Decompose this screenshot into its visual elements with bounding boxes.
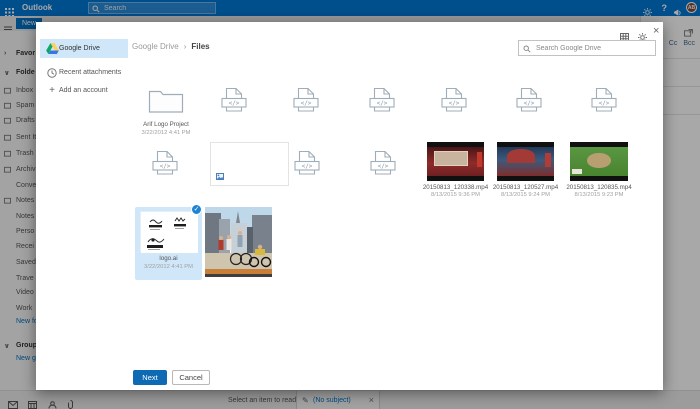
breadcrumb-separator-icon: ›	[184, 42, 187, 51]
svg-text:</>: </>	[599, 100, 610, 107]
svg-text:</>: </>	[524, 100, 535, 107]
file-name: 20150813_120527.mp4	[484, 184, 567, 191]
file-date: 8/13/2015 9:23 PM	[557, 192, 641, 198]
street-photo-thumbnail	[205, 207, 272, 277]
code-file-icon: </>	[294, 150, 320, 178]
code-file-icon: </>	[441, 87, 467, 115]
file-tile-code[interactable]: </>	[569, 85, 639, 137]
file-tile-video[interactable]: 20150813_120338.mp4 8/13/2015 9:36 PM	[420, 142, 491, 204]
file-date: 8/13/2015 9:24 PM	[484, 192, 567, 198]
google-drive-icon	[46, 43, 59, 54]
file-tile-code[interactable]: </>	[130, 148, 200, 200]
file-tile-video[interactable]: 20150813_120527.mp4 8/13/2015 9:24 PM	[490, 142, 561, 204]
svg-text:</>: </>	[377, 100, 388, 107]
file-date: 3/22/2012 4:41 PM	[129, 264, 208, 270]
file-tile-folder[interactable]: Arif Logo Project 3/22/2012 4:41 PM	[131, 85, 201, 141]
selected-check-icon: ✓	[191, 204, 202, 215]
file-tile-code[interactable]: </>	[494, 85, 564, 137]
folder-icon	[148, 87, 184, 114]
logo-sketch-thumbnail	[141, 212, 198, 253]
file-tile-code[interactable]: </>	[419, 85, 489, 137]
file-name: logo.ai	[129, 255, 208, 262]
dialog-nav-label: Google Drive	[59, 45, 100, 52]
video-thumbnail	[570, 142, 628, 181]
file-tile-code[interactable]: </>	[347, 85, 417, 137]
file-tile-code[interactable]: </>	[272, 148, 342, 200]
dialog-nav-label: Add an account	[59, 87, 108, 94]
clock-icon	[47, 68, 57, 78]
dialog-nav-item[interactable]: + Add an account	[40, 81, 128, 100]
file-tile-selected[interactable]: ✓ logo.ai 3/22/2012 4:41 PM	[135, 207, 202, 280]
file-tile-code[interactable]: </>	[348, 148, 418, 200]
screen: Outlook ? AB New ›Favor∨FoldeInboxSpamDr…	[0, 0, 700, 409]
svg-text:</>: </>	[301, 100, 312, 107]
file-name: Arif Logo Project	[125, 121, 207, 128]
code-file-icon: </>	[370, 150, 396, 178]
video-thumbnail	[497, 142, 554, 181]
breadcrumb: Google Drive › Files	[132, 42, 210, 51]
next-button[interactable]: Next	[133, 370, 167, 385]
file-tile-photo[interactable]	[205, 205, 272, 275]
file-date: 3/22/2012 4:41 PM	[125, 130, 207, 136]
attach-file-dialog: × Google Drive Recent attachments + Add an …	[36, 22, 663, 390]
svg-text:</>: </>	[302, 163, 313, 170]
breadcrumb-root[interactable]: Google Drive	[132, 42, 179, 51]
file-name: 20150813_120835.mp4	[557, 184, 641, 191]
code-file-icon: </>	[591, 87, 617, 115]
code-file-icon: </>	[221, 87, 247, 115]
svg-text:</>: </>	[449, 100, 460, 107]
code-file-icon: </>	[152, 150, 178, 178]
file-tile-code[interactable]: </>	[199, 85, 269, 137]
code-file-icon: </>	[369, 87, 395, 115]
search-icon	[523, 45, 531, 53]
close-dialog-icon[interactable]: ×	[653, 25, 659, 37]
file-tile-code[interactable]: </>	[271, 85, 341, 137]
dialog-nav-item[interactable]: Recent attachments	[40, 63, 128, 82]
plus-icon: +	[49, 87, 55, 95]
image-placeholder-icon	[216, 173, 224, 180]
svg-text:</>: </>	[160, 163, 171, 170]
drive-search-box[interactable]	[518, 40, 656, 56]
dialog-nav-item[interactable]: Google Drive	[40, 39, 128, 58]
code-file-icon: </>	[516, 87, 542, 115]
dialog-nav-label: Recent attachments	[59, 69, 121, 76]
svg-text:</>: </>	[229, 100, 240, 107]
video-thumbnail	[427, 142, 484, 181]
breadcrumb-current: Files	[191, 42, 209, 51]
file-tile-video[interactable]: 20150813_120835.mp4 8/13/2015 9:23 PM	[563, 142, 635, 204]
cancel-button[interactable]: Cancel	[172, 370, 210, 385]
code-file-icon: </>	[293, 87, 319, 115]
svg-text:</>: </>	[378, 163, 389, 170]
drive-search-input[interactable]	[534, 42, 652, 54]
